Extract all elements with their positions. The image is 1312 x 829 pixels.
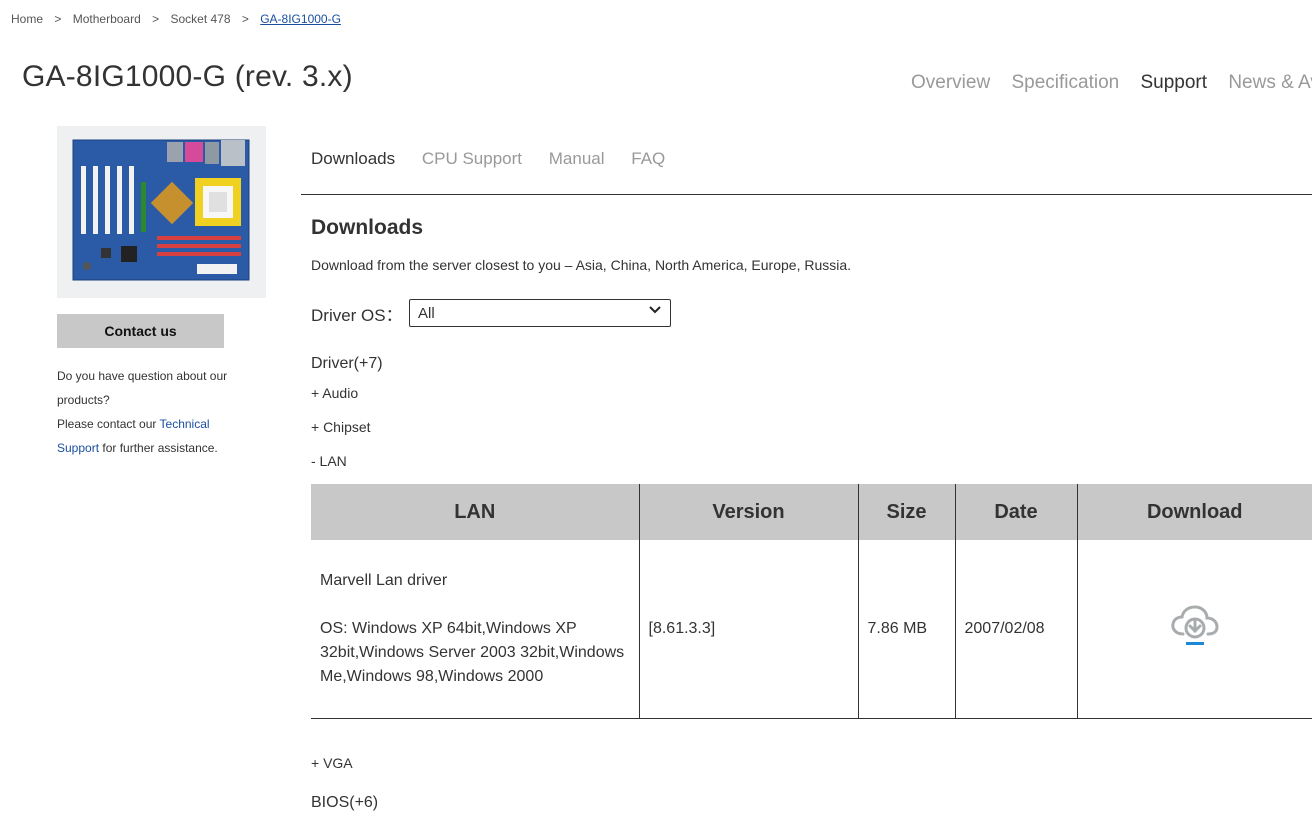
- motherboard-photo: [57, 126, 266, 298]
- tab-manual[interactable]: Manual: [549, 149, 605, 168]
- driver-os-label: Driver OS：: [311, 306, 403, 325]
- column-header-lan: LAN: [311, 484, 639, 540]
- category-chipset[interactable]: + Chipset: [311, 419, 371, 435]
- driver-size: 7.86 MB: [857, 540, 955, 719]
- downloads-title: Downloads: [311, 216, 424, 239]
- column-header-download: Download: [1076, 484, 1312, 540]
- bios-group-title[interactable]: BIOS(+6): [311, 794, 378, 812]
- breadcrumb-home[interactable]: Home: [11, 12, 43, 26]
- driver-version: [8.61.3.3]: [638, 540, 858, 719]
- page-title: GA-8IG1000-G (rev. 3.x): [22, 60, 353, 93]
- downloads-description: Download from the server closest to you …: [311, 257, 852, 273]
- sub-nav-divider: [301, 194, 1312, 195]
- breadcrumb-separator: >: [54, 12, 62, 26]
- nav-support[interactable]: Support: [1140, 72, 1207, 93]
- main-nav: Overview Specification Support News & Av: [911, 72, 1312, 94]
- cloud-download-icon[interactable]: [1170, 604, 1220, 653]
- column-header-size: Size: [857, 484, 955, 540]
- contact-text: Do you have question about our products?…: [57, 364, 237, 460]
- column-header-date: Date: [954, 484, 1077, 540]
- breadcrumb-current[interactable]: GA-8IG1000-G: [260, 12, 341, 26]
- breadcrumb-separator: >: [152, 12, 160, 26]
- breadcrumb: Home > Motherboard > Socket 478 > GA-8IG…: [11, 12, 341, 26]
- tab-cpu-support[interactable]: CPU Support: [422, 149, 522, 168]
- table-row: Marvell Lan driver OS: Windows XP 64bit,…: [311, 540, 1312, 719]
- breadcrumb-motherboard[interactable]: Motherboard: [73, 12, 141, 26]
- tab-faq[interactable]: FAQ: [631, 149, 665, 168]
- breadcrumb-separator: >: [241, 12, 249, 26]
- category-lan[interactable]: - LAN: [311, 453, 347, 469]
- contact-us-button[interactable]: Contact us: [57, 314, 224, 348]
- driver-os-value: All: [418, 305, 435, 322]
- contact-question: Do you have question about our products?: [57, 369, 228, 407]
- tab-downloads[interactable]: Downloads: [311, 149, 395, 168]
- breadcrumb-socket[interactable]: Socket 478: [170, 12, 230, 26]
- driver-os-list: OS: Windows XP 64bit,Windows XP 32bit,Wi…: [320, 619, 625, 685]
- lan-downloads-table: LAN Version Size Date Download Marvell L…: [311, 484, 1312, 719]
- nav-specification[interactable]: Specification: [1011, 72, 1119, 93]
- column-header-version: Version: [638, 484, 858, 540]
- chevron-down-icon: [649, 306, 661, 314]
- category-audio[interactable]: + Audio: [311, 385, 358, 401]
- nav-overview[interactable]: Overview: [911, 72, 990, 93]
- contact-prompt: Please contact our: [57, 417, 157, 431]
- driver-date: 2007/02/08: [954, 540, 1077, 719]
- category-vga[interactable]: + VGA: [311, 755, 353, 771]
- driver-name: Marvell Lan driver: [320, 571, 448, 589]
- driver-group-title[interactable]: Driver(+7): [311, 355, 383, 373]
- table-header-row: LAN Version Size Date Download: [311, 484, 1312, 540]
- contact-assistance: for further assistance.: [102, 441, 218, 455]
- driver-info-cell: Marvell Lan driver OS: Windows XP 64bit,…: [311, 540, 639, 719]
- motherboard-icon: [57, 126, 266, 298]
- nav-news-awards[interactable]: News & Av: [1228, 72, 1312, 93]
- driver-os-select[interactable]: All: [409, 299, 671, 327]
- download-cell: [1076, 540, 1312, 719]
- support-sub-nav: Downloads CPU Support Manual FAQ: [311, 149, 687, 169]
